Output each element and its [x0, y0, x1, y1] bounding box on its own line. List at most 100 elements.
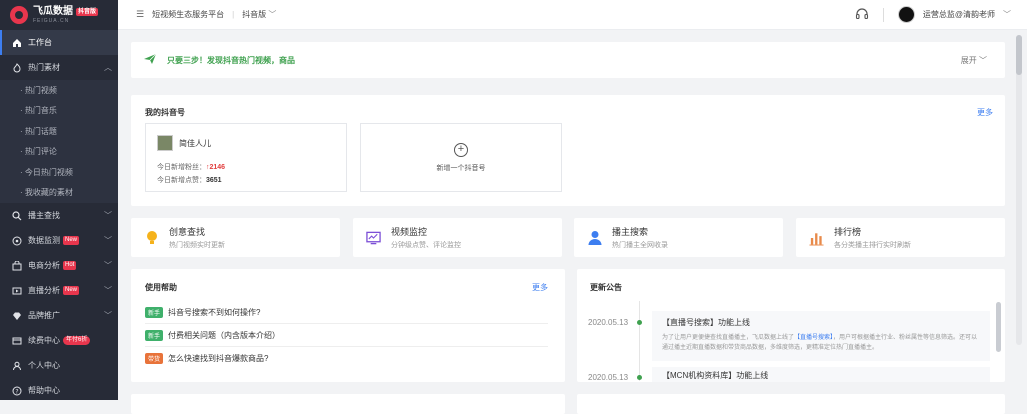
version-label: 抖音版	[242, 10, 267, 19]
more-link[interactable]: 更多	[977, 107, 993, 118]
feature-subtitle: 各分类播主排行实时刷新	[834, 242, 911, 249]
panel-bottom-left	[131, 394, 565, 414]
help-item[interactable]: 新手 抖音号搜索不到如何操作?	[145, 301, 548, 324]
sidebar-subitem-hot-video[interactable]: · 热门视频	[0, 80, 118, 101]
more-link[interactable]: 更多	[532, 282, 548, 293]
sidebar-item-creator-search[interactable]: 播主查找 ﹀	[0, 203, 118, 228]
plus-circle-icon: +	[454, 142, 468, 157]
fans-value: ↑2146	[206, 164, 226, 171]
discount-badge: 年付6折	[63, 336, 91, 345]
notice-title: 【直播号搜索】功能上线	[662, 318, 750, 327]
timeline-dot	[637, 375, 642, 380]
notice-item[interactable]: 【直播号搜索】功能上线 为了让用户更便捷查找直播播主，飞瓜数据上线了【直播号搜索…	[652, 311, 990, 361]
feature-subtitle: 分钟级点赞、评论监控	[391, 242, 461, 249]
account-name: 简佳人儿	[179, 139, 211, 148]
fans-label: 今日新增粉丝：	[157, 164, 206, 171]
sidebar-item-label: 播主查找	[28, 211, 60, 220]
cart-icon	[11, 260, 22, 271]
help-item[interactable]: 带货 怎么快速找到抖音爆款商品?	[145, 347, 548, 370]
account-card[interactable]: 简佳人儿 今日新增粉丝：↑2146 今日新增点赞：3651	[145, 123, 347, 192]
page-scrollbar[interactable]	[1016, 35, 1022, 345]
chevron-down-icon[interactable]: ﹀	[1003, 9, 1011, 20]
expand-button[interactable]: 展开 ﹀	[961, 55, 987, 66]
sidebar-item-ecommerce[interactable]: 电商分析 Hot ﹀	[0, 253, 118, 278]
sidebar-subitem-favorites[interactable]: · 我收藏的素材	[0, 182, 118, 203]
notice-date: 2020.05.13	[588, 373, 629, 382]
chevron-down-icon: ﹀	[104, 286, 112, 295]
sidebar-item-hot-material[interactable]: 热门素材 ︿	[0, 55, 118, 80]
sidebar-subitem-today-hot[interactable]: · 今日热门视频	[0, 162, 118, 183]
notice-link[interactable]: 【直播号搜索】	[794, 335, 833, 341]
feature-creative-search[interactable]: 创意查找 热门视频实时更新	[131, 218, 340, 257]
feature-ranking[interactable]: 排行榜 各分类播主排行实时刷新	[796, 218, 1005, 257]
chevron-up-icon: ︿	[104, 63, 112, 72]
newbie-tag: 新手	[145, 329, 164, 341]
announcement-panel: 更新公告 2020.05.13 【直播号搜索】功能上线 为了让用户更便捷查找直播…	[577, 269, 1005, 382]
monitor-icon	[11, 235, 22, 246]
sidebar-subitem-hot-comment[interactable]: · 热门评论	[0, 141, 118, 162]
chevron-down-icon: ﹀	[104, 261, 112, 270]
scrollbar-thumb[interactable]	[1016, 35, 1022, 75]
hot-badge: Hot	[63, 261, 77, 270]
notice-body-text: 为了让用户更便捷查找直播播主，飞瓜数据上线了	[662, 335, 795, 341]
chevron-down-icon: ﹀	[268, 10, 277, 19]
avatar	[157, 135, 173, 151]
help-icon: ?	[11, 385, 22, 396]
chevron-down-icon: ﹀	[104, 211, 112, 220]
user-name[interactable]: 运营总监@清韵老师	[923, 9, 995, 20]
sidebar: 飞瓜数据 抖音版 FEIGUA.CN 工作台 热门素材 ︿ · 热门视频 · 热门…	[0, 0, 118, 400]
guide-text: 只要三步！发现抖音热门视频，商品	[167, 55, 295, 65]
likes-stat: 今日新增点赞：3651	[157, 175, 222, 185]
notice-item[interactable]: 【MCN机构资料库】功能上线	[652, 367, 990, 382]
help-item-text: 抖音号搜索不到如何操作?	[168, 307, 261, 317]
sidebar-item-live-analysis[interactable]: 直播分析 New ﹀	[0, 278, 118, 303]
timeline-dot	[637, 320, 642, 325]
feature-title: 排行榜	[834, 227, 862, 237]
chevron-down-icon: ﹀	[104, 236, 112, 245]
diamond-icon	[11, 310, 22, 321]
scrollbar[interactable]	[996, 302, 1001, 352]
help-item[interactable]: 新手 付费相关问题（内含版本介绍）	[145, 324, 548, 347]
sidebar-item-brand-promo[interactable]: 品牌推广 ﹀	[0, 303, 118, 328]
feature-subtitle: 热门视频实时更新	[169, 242, 225, 249]
brand-logo[interactable]: 飞瓜数据 抖音版 FEIGUA.CN	[0, 0, 118, 30]
user-icon	[11, 360, 22, 371]
feature-creator-search[interactable]: 播主搜索 热门播主全网收录	[574, 218, 783, 257]
help-item-text: 付费相关问题（内含版本介绍）	[168, 330, 281, 340]
sidebar-item-profile[interactable]: 个人中心	[0, 353, 118, 378]
my-douyin-panel: 我的抖音号 更多 简佳人儿 今日新增粉丝：↑2146 今日新增点赞：3651 +…	[131, 95, 1005, 206]
sidebar-item-label: 工作台	[28, 38, 52, 47]
panel-title: 我的抖音号	[145, 108, 185, 117]
help-panel: 使用帮助 更多 新手 抖音号搜索不到如何操作? 新手 付费相关问题（内含版本介绍…	[131, 269, 565, 382]
sidebar-item-workbench[interactable]: 工作台	[0, 30, 118, 55]
sidebar-item-data-monitor[interactable]: 数据监测 New ﹀	[0, 228, 118, 253]
feature-video-monitor[interactable]: 视频监控 分钟级点赞、评论监控	[353, 218, 562, 257]
panel-bottom-right	[577, 394, 1005, 414]
avatar[interactable]	[897, 6, 915, 23]
sidebar-item-help-center[interactable]: ? 帮助中心	[0, 378, 118, 403]
feature-title: 播主搜索	[612, 227, 649, 237]
bulb-icon	[144, 230, 159, 245]
menu-icon[interactable]: ☰	[136, 9, 144, 20]
feature-title: 视频监控	[391, 227, 428, 237]
sidebar-subitem-hot-topic[interactable]: · 热门话题	[0, 121, 118, 142]
new-badge: New	[63, 236, 80, 245]
headset-icon[interactable]	[855, 7, 869, 23]
expand-label: 展开	[960, 56, 977, 65]
sidebar-item-label: 个人中心	[28, 361, 60, 370]
home-icon	[11, 37, 22, 48]
live-icon	[11, 285, 22, 296]
sidebar-item-label: 电商分析	[28, 261, 60, 270]
sidebar-subitem-hot-music[interactable]: · 热门音乐	[0, 100, 118, 121]
selling-tag: 带货	[145, 353, 164, 364]
sidebar-item-label: 品牌推广	[28, 311, 60, 320]
timeline-line	[639, 301, 640, 381]
likes-label: 今日新增点赞：	[157, 177, 206, 184]
chevron-down-icon: ﹀	[979, 56, 987, 65]
sidebar-item-renewal[interactable]: 续费中心 年付6折	[0, 328, 118, 353]
svg-text:?: ?	[15, 388, 18, 395]
notice-body: 为了让用户更便捷查找直播播主，飞瓜数据上线了【直播号搜索】，用户可根据播主行业、…	[662, 333, 980, 353]
paper-plane-icon	[143, 53, 157, 67]
add-account-button[interactable]: + 新增一个抖音号	[360, 123, 562, 192]
version-switch[interactable]: 抖音版 ﹀	[242, 9, 276, 20]
